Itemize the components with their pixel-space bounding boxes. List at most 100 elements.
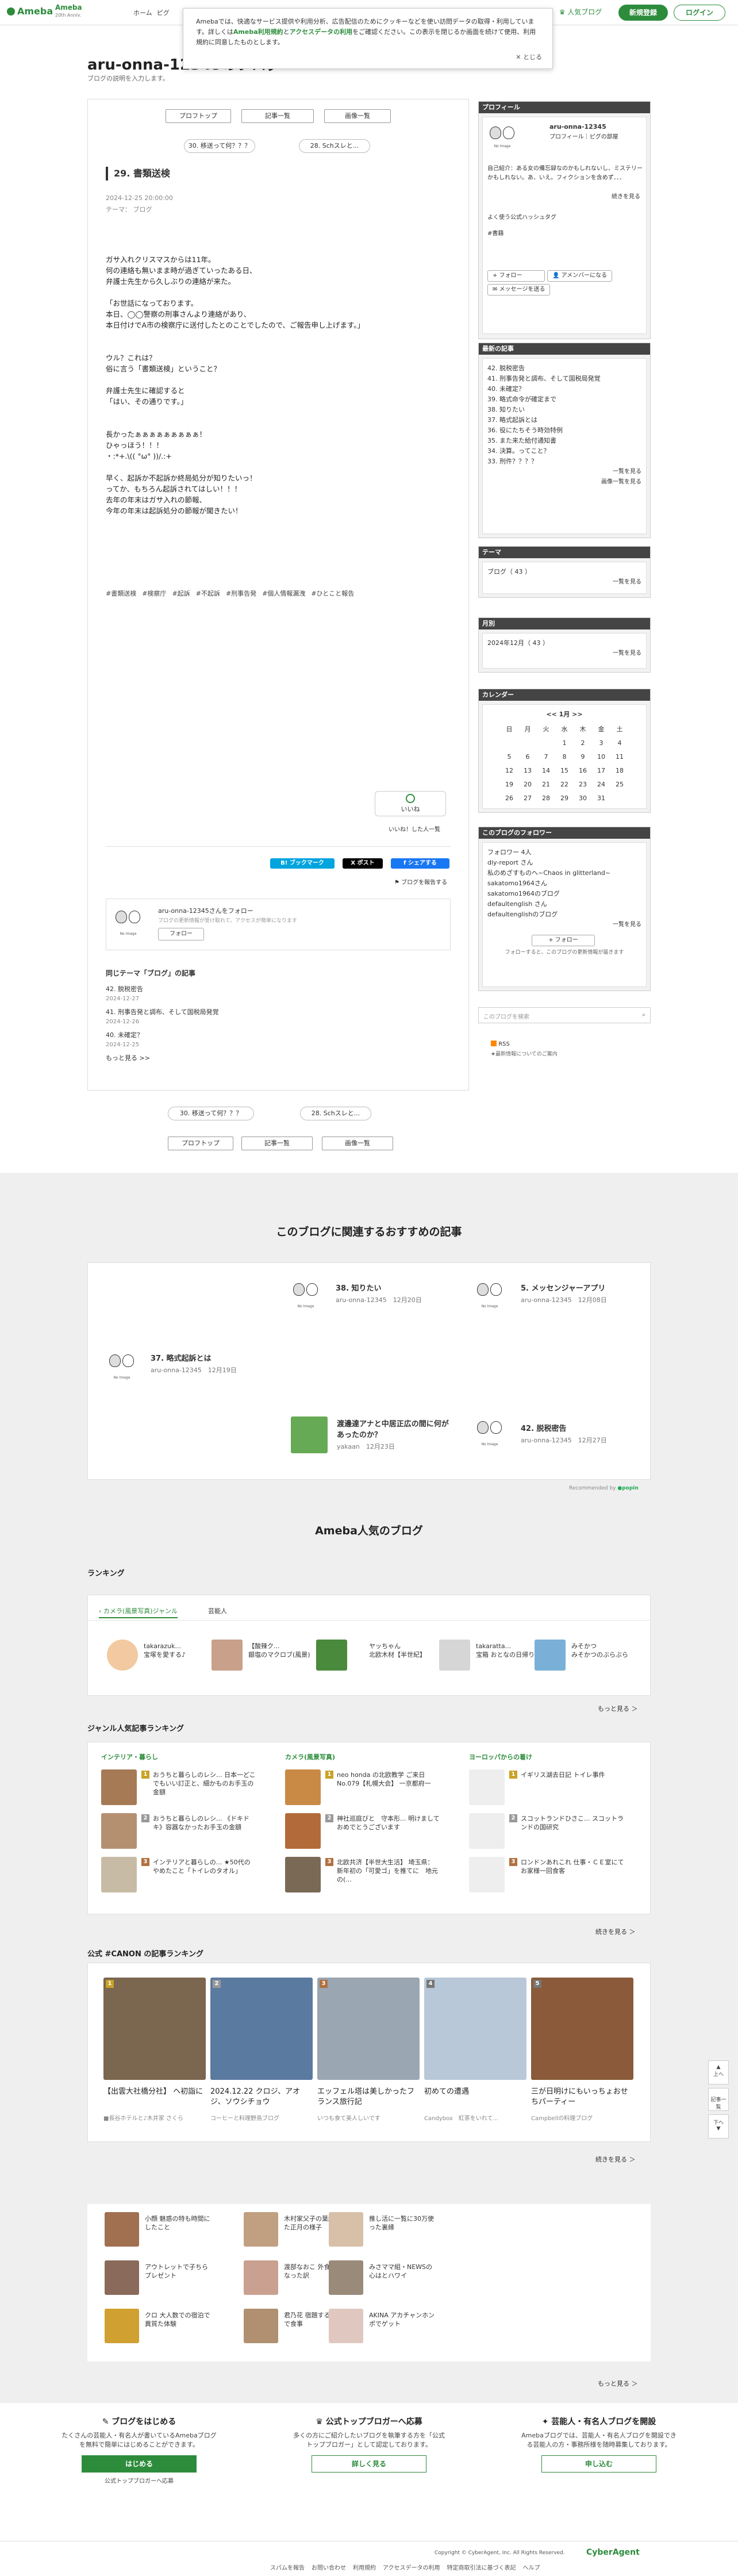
genre-item[interactable]: neo honda の北欧教学 ご来日 No.079【札幌大会】 一京都府一 [337,1771,440,1788]
image-list-button-bottom[interactable]: 画像一覧 [322,1137,393,1150]
month-item[interactable]: 2024年12月（ 43 ） [487,638,641,648]
rec-article[interactable]: 38. 知りたい aru-onna-12345 12月20日 [336,1282,422,1304]
ameba-logo[interactable]: Ameba [7,6,53,17]
genre-item[interactable]: おうちと暮らしのレシ... 《ドキドキ》容器なかったお手玉の金額 [153,1814,256,1832]
genre-thumb[interactable] [469,1769,505,1805]
hashtag[interactable]: #個人情報漏洩 [262,590,305,597]
tab-camera[interactable]: ‹ カメラ(風景写真)ジャンル [99,1606,178,1618]
next-entry-link-bottom[interactable]: 28. Schスレと... [300,1107,371,1120]
recent-item[interactable]: 40. 未確定？ [487,384,641,394]
recent-item[interactable]: 38. 知りたい [487,405,641,415]
hashtag[interactable]: #起訴 [172,590,190,597]
footer-link[interactable]: スパムを報告 [270,2565,305,2571]
footer-link[interactable]: お問い合わせ [312,2565,346,2571]
popular-blogs-button[interactable]: ♛ 人気ブログ [554,5,607,21]
grid-item[interactable]: アウトレットで子ちらプレゼント [145,2263,214,2280]
nav-pigg[interactable]: ピグ [157,9,170,17]
like-users-link[interactable]: いいね！した人一覧 [389,824,440,833]
recent-item[interactable]: 34. 決算。ってこと？ [487,446,641,456]
recent-item[interactable]: 39. 略式命令が確定まで [487,394,641,405]
genre-thumb[interactable] [469,1813,505,1849]
follow-button[interactable]: フォロー [158,928,204,940]
genre-item[interactable]: イギリス湖去日記 トイレ事件 [521,1771,624,1779]
hashtag[interactable]: #書類送検 [106,590,136,597]
ranking-more-link[interactable]: もっと見る ＞ [598,1704,638,1713]
rec-thumbnail[interactable] [291,1416,328,1453]
footer-link[interactable]: 特定商取引法に基づく表記 [447,2565,516,2571]
rec-article[interactable]: 42. 脱税密告 aru-onna-12345 12月27日 [521,1422,607,1445]
ranking-avatar[interactable] [439,1640,470,1671]
rec-avatar[interactable]: No Image [107,1351,137,1381]
genre-item[interactable]: 神社巡庭びと 守本形... 明けましておめでとうございます [337,1814,440,1832]
rec-avatar[interactable]: No Image [475,1280,505,1310]
ranking-avatar[interactable] [316,1640,347,1671]
prev-entry-link-bottom[interactable]: 30. 移送って何？？？ [168,1107,254,1120]
ranking-item[interactable]: みそかつ みそかつのぶらぶら [571,1642,635,1659]
related-article-link[interactable]: 42. 脱税密告 [106,984,451,994]
grid-thumb[interactable] [329,2260,363,2295]
canon-title[interactable]: 三が日明けにもいっちょおせちパーティー [531,2087,633,2107]
rec-article[interactable]: 5. メッセンジャーアプリ aru-onna-12345 12月08日 [521,1282,607,1304]
genre-thumb[interactable] [101,1769,137,1805]
canon-title[interactable]: 2024.12.22 クロジ、アオジ、ソウシチョウ [210,2087,313,2107]
related-more-link[interactable]: もっと見る >> [106,1053,451,1063]
bio-more-link[interactable]: 続きを見る [612,192,640,202]
article-list-button-bottom[interactable]: 記事一覧 [241,1137,313,1150]
start-blog-button[interactable]: はじめる [82,2455,197,2473]
tab-celebrity[interactable]: 芸能人 [208,1606,227,1615]
grid-thumb[interactable] [329,2212,363,2247]
genre-col-camera[interactable]: カメラ(風景写真) [285,1752,335,1761]
genre-thumb[interactable] [101,1813,137,1849]
profile-username[interactable]: aru-onna-12345 [549,122,606,132]
rec-avatar[interactable]: No Image [291,1280,321,1310]
related-article-link[interactable]: 40. 未確定？ [106,1030,451,1040]
x-post-button[interactable]: X ポスト [343,858,383,869]
follower-item[interactable]: defaultenglishのブログ [487,909,641,920]
recent-image-link[interactable]: 画像一覧を見る [487,477,641,487]
grid-thumb[interactable] [105,2309,139,2343]
amember-button[interactable]: 👤 アメンバーになる [547,270,613,282]
ranking-avatar[interactable] [535,1640,566,1671]
calendar-next-arrow[interactable]: >> [570,711,582,718]
profile-avatar[interactable]: No Image [487,123,517,153]
access-data-link[interactable]: アクセスデータの利用 [290,28,352,36]
followers-more-link[interactable]: 一覧を見る [487,920,641,930]
grid-item[interactable]: 小顔 魅惑の特も時間にしたこと [145,2214,214,2232]
rss-note[interactable]: ★最新情報についてのご案内 [491,1050,558,1057]
canon-title[interactable]: 初めての遭遇 [424,2087,526,2097]
article-list-button[interactable]: 記事一覧 [241,109,314,123]
follower-count[interactable]: フォロワー 4人 [487,847,641,858]
follower-item[interactable]: defaultenglish さん [487,899,641,909]
terms-link[interactable]: Ameba利用規約 [233,28,283,36]
scroll-top-button[interactable]: ▲ 上へ [708,2060,729,2084]
blog-search-input[interactable]: このブログを検索 ⌕ [478,1007,651,1023]
like-button[interactable]: いいね [375,791,446,816]
theme-item[interactable]: ブログ（ 43 ） [487,567,641,577]
grid-thumb[interactable] [105,2260,139,2295]
image-list-button[interactable]: 画像一覧 [324,109,391,123]
canon-title[interactable]: 【出雲大社橋分社】 ヘ初詣に [103,2087,206,2097]
sidebar-follow-button[interactable]: + フォロー [532,935,595,946]
canon-photo[interactable] [531,1978,633,2080]
grid-thumb[interactable] [244,2212,278,2247]
login-button[interactable]: ログイン [674,5,725,21]
canon-photo[interactable] [424,1978,526,2080]
search-icon[interactable]: ⌕ [642,1012,645,1018]
footer-link[interactable]: ヘルプ [523,2565,540,2571]
ranking-item[interactable]: takaratta... 宝箱 おとなの日帰り [476,1642,539,1659]
genre-item[interactable]: スコットランドひさこ... スコットランドの国研究 [521,1814,624,1832]
hashtag[interactable]: #ひとこと報告 [311,590,354,597]
canon-photo[interactable] [210,1978,313,2080]
profile-links[interactable]: プロフィール｜ピグの部屋 [549,132,618,143]
hashtag[interactable]: #検察庁 [142,590,166,597]
month-more-link[interactable]: 一覧を見る [487,648,641,659]
ranking-avatar[interactable] [107,1640,138,1671]
genre-more-link[interactable]: 続きを見る ＞ [595,1927,636,1936]
recent-item[interactable]: 42. 脱税密告 [487,363,641,374]
grid-item[interactable]: 推し活に一覧に30万使った裏縁 [369,2214,438,2232]
recent-more-link[interactable]: 一覧を見る [487,467,641,477]
genre-col-interior[interactable]: インテリア・暮らし [101,1752,158,1761]
hashtag[interactable]: #刑事告発 [226,590,256,597]
ranking-item[interactable]: takarazuk... 宝塚を愛する♪ [144,1642,207,1659]
ameba-20th-logo[interactable]: Ameba 20th Anniv. [55,3,82,20]
